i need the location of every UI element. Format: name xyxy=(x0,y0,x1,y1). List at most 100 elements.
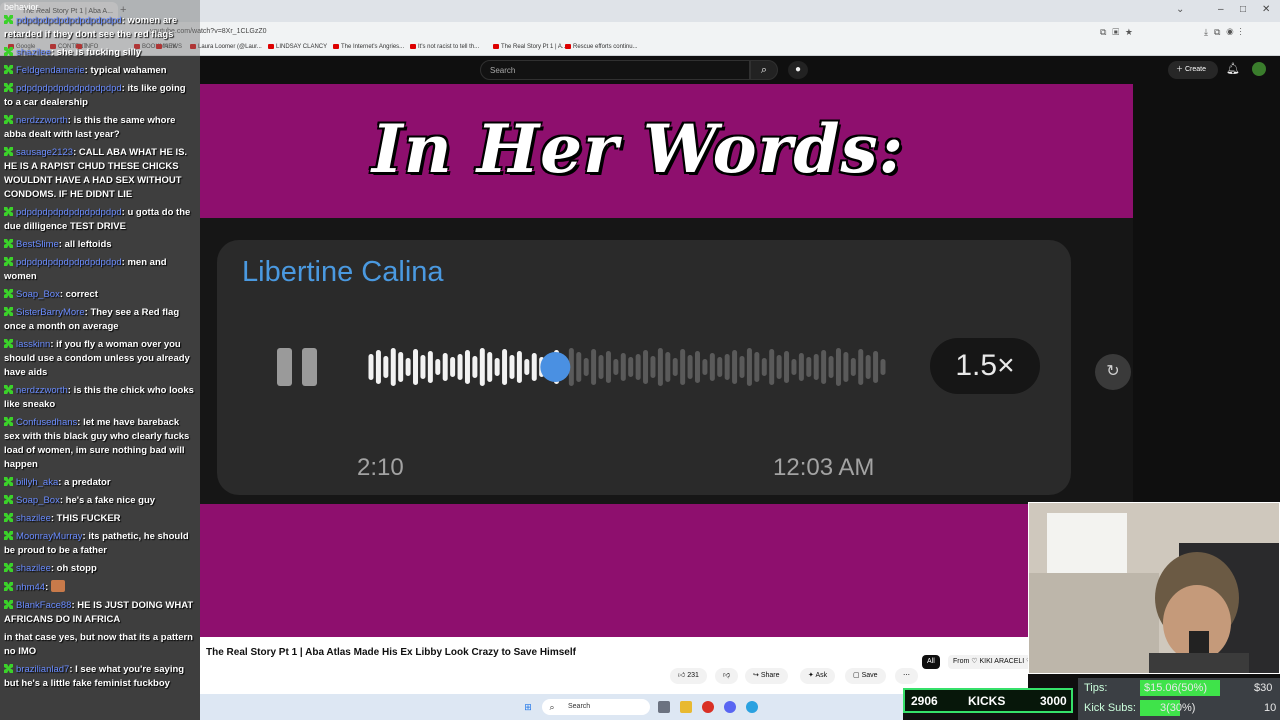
chat-username[interactable]: shazilee xyxy=(16,47,51,58)
chat-username[interactable]: shazilee xyxy=(16,513,51,524)
chat-username[interactable]: nhm44 xyxy=(16,582,45,593)
video-info: The Real Story Pt 1 | Aba Atlas Made His… xyxy=(200,637,1038,694)
replay-icon: ↻ xyxy=(1095,354,1131,390)
avatar[interactable] xyxy=(1252,62,1266,76)
share-button[interactable]: ↪ Share xyxy=(745,668,788,684)
stream-goals: Tips: $15.06(50%) $30 Kick Subs: 3(30%) … xyxy=(1078,678,1280,720)
bookmark-item[interactable]: The Internet's Angries... xyxy=(333,44,404,50)
chat-username[interactable]: brazilianlad7 xyxy=(16,664,69,675)
chat-username[interactable]: pdpdpdpdpdpdpdpdpdpd xyxy=(16,15,122,26)
chat-username[interactable]: shazilee xyxy=(16,563,51,574)
waveform-bar xyxy=(672,358,678,376)
ask-label: Ask xyxy=(815,672,828,679)
waveform-bar xyxy=(828,356,834,378)
kick-badge-icon xyxy=(4,307,13,316)
save-button[interactable]: ▢ Save xyxy=(845,668,886,684)
waveform-bar xyxy=(375,350,381,384)
waveform-bar xyxy=(420,355,426,379)
chat-message: pdpdpdpdpdpdpdpdpdpd: its like going to … xyxy=(4,83,186,108)
like-button[interactable]: 👍︎ 231 xyxy=(670,668,707,684)
chat-list: pdpdpdpdpdpdpdpdpdpd: women are retarded… xyxy=(4,14,196,691)
waveform-bar xyxy=(413,349,419,385)
chat-username[interactable]: sausage2123 xyxy=(16,147,73,158)
search-input[interactable]: Search xyxy=(480,60,750,80)
waveform-bar xyxy=(687,355,693,379)
chat-username[interactable]: billyh_aka xyxy=(16,477,58,488)
kick-badge-icon xyxy=(4,477,13,486)
kick-badge-icon xyxy=(4,65,13,74)
chat-username[interactable]: MoonrayMurray xyxy=(16,531,83,542)
kick-badge-icon xyxy=(4,417,13,426)
chat-username[interactable]: BestSlime xyxy=(16,239,59,250)
taskbar-search[interactable]: Search xyxy=(542,699,650,715)
bookmark-item[interactable]: The Real Story Pt 1 | A... xyxy=(493,44,567,50)
waveform-bar xyxy=(791,359,797,375)
kick-badge-icon xyxy=(4,582,13,591)
subs-value: 3(30%) xyxy=(1160,702,1196,714)
more-icon[interactable]: ⋯ xyxy=(895,668,918,684)
chat-username[interactable]: Soap_Box xyxy=(16,289,60,300)
chat-message: Confusedhans: let me have bareback sex w… xyxy=(4,417,190,470)
waveform-bar xyxy=(665,352,671,382)
kick-badge-icon xyxy=(4,385,13,394)
waveform-bar xyxy=(657,348,663,386)
chat-username[interactable]: lasskinn xyxy=(16,339,50,350)
kick-badge-icon xyxy=(4,563,13,572)
chat-username[interactable]: pdpdpdpdpdpdpdpdpdpd xyxy=(16,207,122,218)
waveform-bar xyxy=(598,355,604,379)
bookmark-item[interactable]: It's not racist to tell th... xyxy=(410,44,479,50)
chat-text: correct xyxy=(65,289,98,300)
playback-speed: 1.5× xyxy=(930,338,1040,394)
chip-all[interactable]: All xyxy=(922,655,940,669)
chip-from-channel[interactable]: From ♡ KIKI ARACELI ♡ xyxy=(948,655,1038,669)
waveform-bar xyxy=(635,354,641,380)
close-icon[interactable]: ✕ xyxy=(1262,4,1270,15)
chat-username[interactable]: nerdzzworth xyxy=(16,115,68,126)
extensions-icon[interactable]: ⤓⧉◉⋮ xyxy=(1204,27,1248,38)
chat-message: billyh_aka: a predator xyxy=(4,476,196,490)
waveform-bar xyxy=(368,354,374,380)
kicks-current: 2906 xyxy=(911,694,938,708)
subs-goal: 10 xyxy=(1264,702,1277,714)
address-actions-icon[interactable]: ⧉▣★ xyxy=(1100,27,1139,38)
waveform-bar xyxy=(880,359,886,375)
waveform-bar xyxy=(509,355,515,379)
chat-username[interactable]: Feldgendamerie xyxy=(16,65,85,76)
app-icon[interactable] xyxy=(746,701,758,713)
discord-icon[interactable] xyxy=(724,701,736,713)
search-icon[interactable]: ⌕ xyxy=(750,60,778,80)
kick-badge-icon xyxy=(4,495,13,504)
audio-waveform xyxy=(368,348,886,386)
file-explorer-icon[interactable] xyxy=(680,701,692,713)
waveform-bar xyxy=(717,357,723,377)
chat-username[interactable]: nerdzzworth xyxy=(16,385,68,396)
chat-username[interactable]: BlankFace88 xyxy=(16,600,71,611)
tab-search-icon[interactable]: ⌄ xyxy=(1176,4,1184,15)
create-button[interactable]: ＋ Create xyxy=(1168,61,1218,79)
chat-username[interactable]: pdpdpdpdpdpdpdpdpdpd xyxy=(16,83,122,94)
chat-text: oh stopp xyxy=(56,563,97,574)
message-timestamp: 12:03 AM xyxy=(773,454,875,481)
minimize-icon[interactable]: – xyxy=(1218,4,1224,15)
bookmark-item[interactable]: Rescue efforts continu... xyxy=(565,44,638,50)
mic-icon[interactable]: ● xyxy=(788,61,808,79)
bell-icon[interactable]: 🔔︎ xyxy=(1226,62,1240,75)
waveform-bar xyxy=(472,356,478,378)
chat-username[interactable]: Confusedhans xyxy=(16,417,77,428)
waveform-bar xyxy=(605,351,611,383)
playhead-handle xyxy=(540,352,571,382)
chrome-icon[interactable] xyxy=(702,701,714,713)
maximize-icon[interactable]: □ xyxy=(1240,4,1246,15)
chat-username[interactable]: pdpdpdpdpdpdpdpdpdpd xyxy=(16,257,122,268)
video-player[interactable]: In Her Words: Libertine Calina 1.5× 2:10… xyxy=(200,84,1133,637)
dislike-button[interactable]: 👎︎ xyxy=(715,668,739,684)
bookmark-item[interactable]: LINDSAY CLANCY xyxy=(268,44,327,50)
bookmark-item[interactable]: Laura Loomer (@Laur... xyxy=(190,44,262,50)
windows-start-icon[interactable]: ⊞ xyxy=(522,701,534,713)
ask-button[interactable]: ✦ Ask xyxy=(800,668,836,684)
chat-text: THIS FUCKER xyxy=(56,513,121,524)
chat-username[interactable]: SisterBarryMore xyxy=(16,307,85,318)
task-view-icon[interactable] xyxy=(658,701,670,713)
chat-username[interactable]: Soap_Box xyxy=(16,495,60,506)
waveform-bar xyxy=(487,352,493,382)
